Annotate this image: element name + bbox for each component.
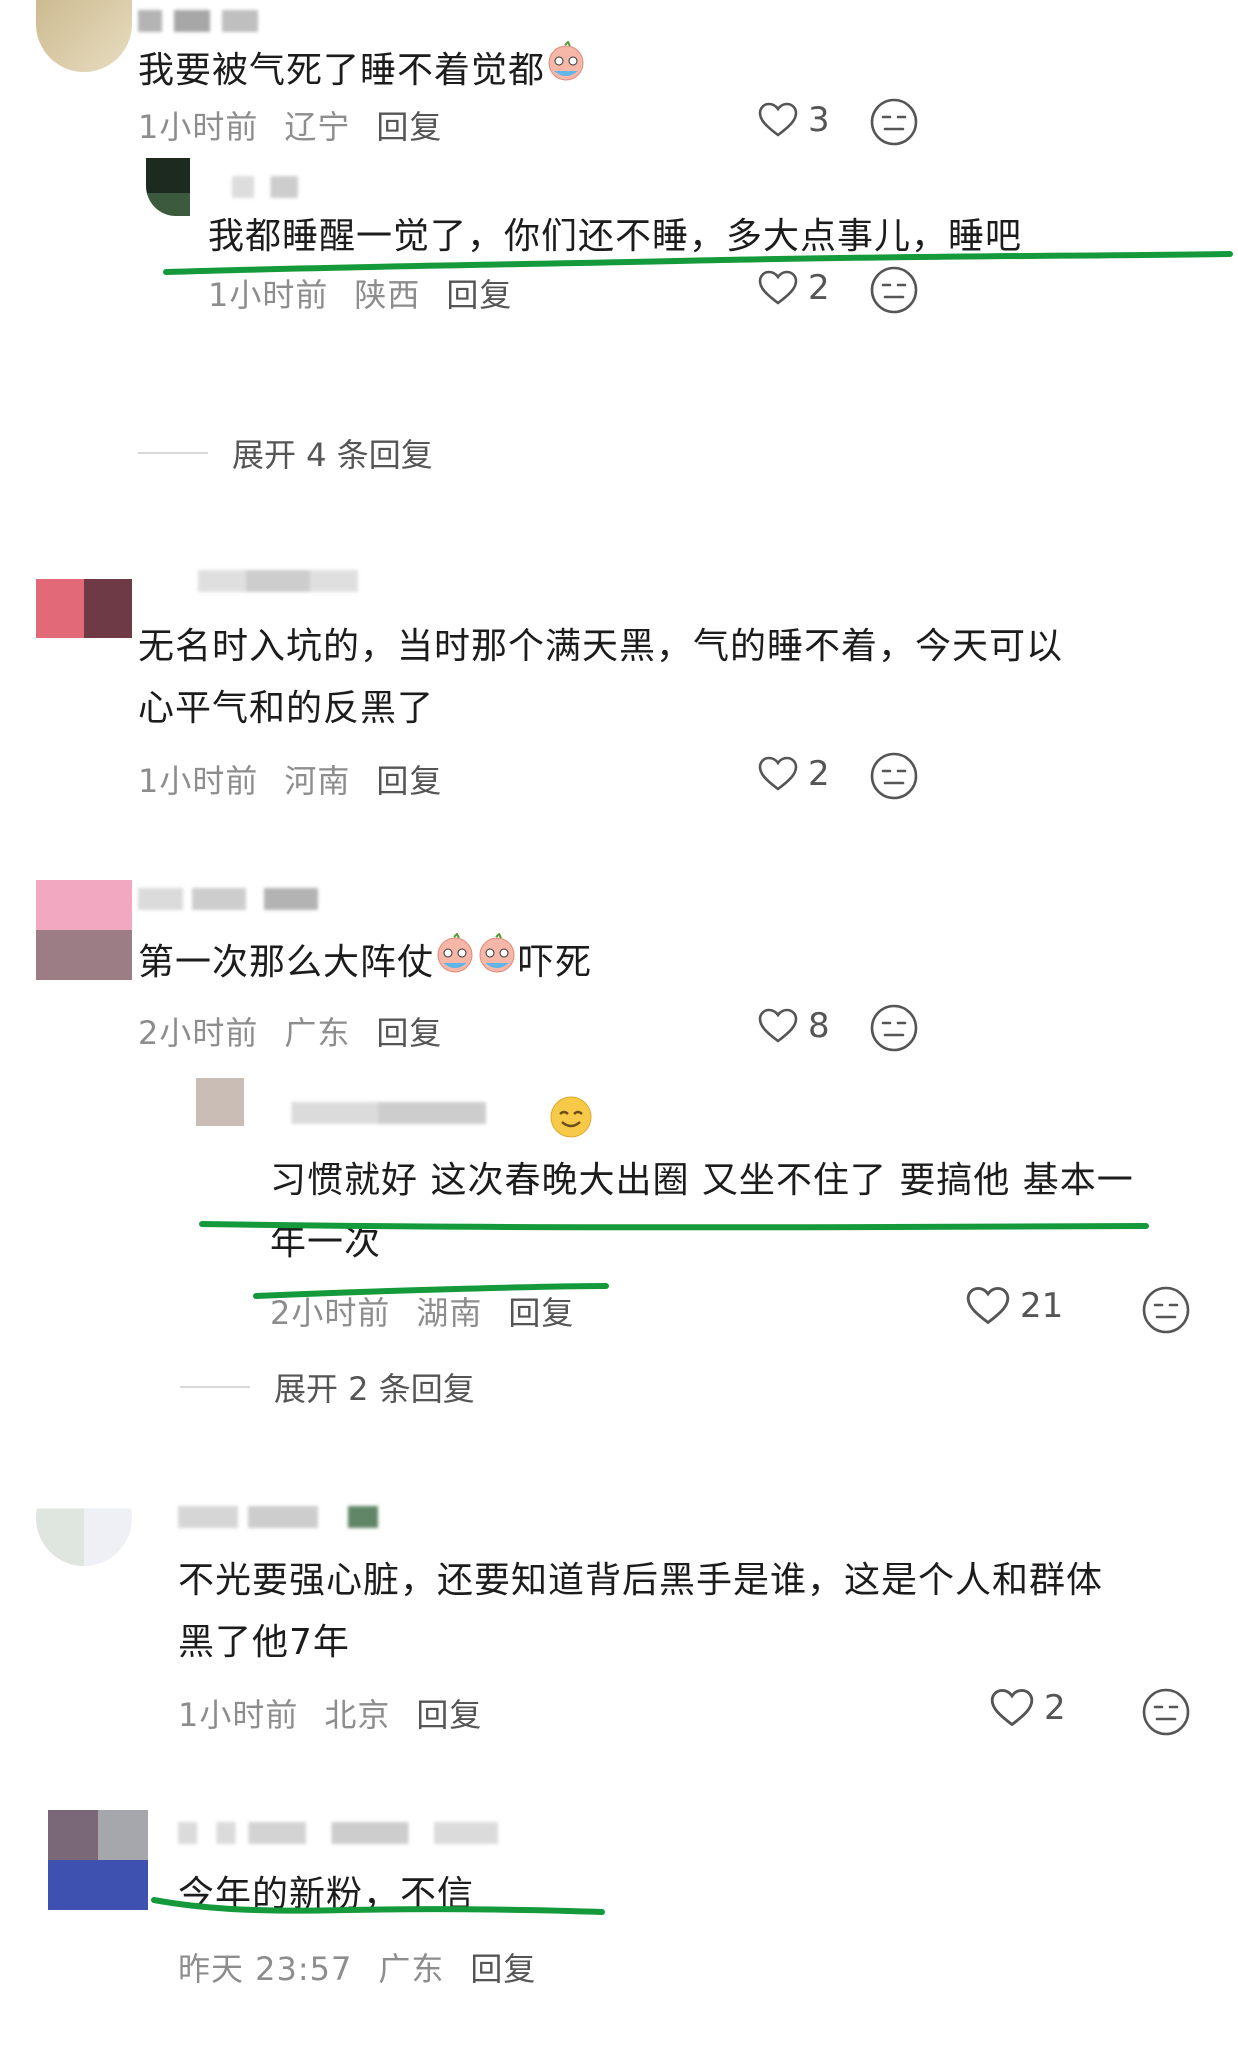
comment-text: 不光要强心脏，还要知道背后黑手是谁，这是个人和群体 黑了他7年 bbox=[178, 1550, 1158, 1674]
like-count: 3 bbox=[808, 100, 830, 140]
comment-time: 1小时前 bbox=[138, 108, 259, 146]
comment-text-line-2: 心平气和的反黑了 bbox=[138, 688, 435, 729]
reply-button[interactable]: 回复 bbox=[376, 102, 442, 148]
comment-meta: 1小时前 河南 回复 bbox=[138, 756, 442, 802]
avatar[interactable] bbox=[48, 1810, 148, 1910]
username-blurred[interactable] bbox=[198, 570, 358, 592]
avatar[interactable] bbox=[146, 158, 190, 216]
comment-location: 广东 bbox=[284, 1014, 351, 1052]
like-button[interactable]: 3 bbox=[758, 100, 830, 140]
expand-replies-button[interactable]: 展开 4 条回复 bbox=[138, 430, 433, 476]
divider-line bbox=[138, 452, 208, 454]
reply-button[interactable]: 回复 bbox=[376, 756, 442, 802]
expand-replies-label: 展开 2 条回复 bbox=[274, 1370, 475, 1408]
username-blurred[interactable] bbox=[210, 176, 320, 198]
crying-face-emoji bbox=[434, 932, 476, 995]
comment-text-line-1: 不光要强心脏，还要知道背后黑手是谁，这是个人和群体 bbox=[178, 1560, 1104, 1601]
username-blurred[interactable] bbox=[138, 10, 258, 32]
expand-replies-button[interactable]: 展开 2 条回复 bbox=[180, 1364, 475, 1410]
smiling-face-emoji bbox=[548, 1094, 594, 1144]
green-underline-mark bbox=[199, 1221, 1149, 1299]
heart-outline-icon bbox=[758, 102, 798, 137]
comment-text: 第一次那么大阵仗 吓死 bbox=[138, 932, 1118, 995]
comment-location: 北京 bbox=[324, 1696, 391, 1734]
comment-text-line-1: 无名时入坑的，当时那个满天黑，气的睡不着，今天可以 bbox=[138, 626, 1064, 667]
comment-meta: 1小时前 北京 回复 bbox=[178, 1690, 482, 1736]
neutral-face-icon[interactable] bbox=[868, 1002, 920, 1054]
avatar[interactable] bbox=[36, 1470, 132, 1566]
username-blurred[interactable] bbox=[178, 1822, 498, 1844]
divider-line bbox=[180, 1386, 250, 1388]
like-count: 2 bbox=[808, 754, 830, 794]
comment-text: 无名时入坑的，当时那个满天黑，气的睡不着，今天可以 心平气和的反黑了 bbox=[138, 616, 1118, 740]
neutral-face-icon[interactable] bbox=[868, 750, 920, 802]
avatar[interactable] bbox=[36, 0, 132, 72]
username-blurred[interactable] bbox=[138, 888, 318, 910]
heart-outline-icon bbox=[758, 756, 798, 791]
expand-replies-label: 展开 4 条回复 bbox=[232, 436, 433, 474]
username-blurred[interactable] bbox=[270, 1102, 540, 1124]
comment-time: 2小时前 bbox=[138, 1014, 259, 1052]
comment-location: 辽宁 bbox=[284, 108, 351, 146]
comment-text-line-2: 黑了他7年 bbox=[178, 1622, 350, 1663]
comment-time: 1小时前 bbox=[138, 762, 259, 800]
like-count: 2 bbox=[1044, 1688, 1066, 1728]
heart-outline-icon bbox=[758, 1008, 798, 1043]
reply-button[interactable]: 回复 bbox=[470, 1944, 536, 1990]
neutral-face-icon[interactable] bbox=[1140, 1686, 1192, 1738]
comment-time: 1小时前 bbox=[178, 1696, 299, 1734]
avatar[interactable] bbox=[36, 880, 132, 980]
comment-text-line-1: 习惯就好 这次春晚大出圈 又坐不住了 要搞他 基本一 bbox=[270, 1160, 1134, 1201]
heart-outline-icon bbox=[990, 1688, 1034, 1727]
like-button[interactable]: 8 bbox=[758, 1006, 830, 1046]
like-button[interactable]: 2 bbox=[990, 1688, 1066, 1728]
green-underline-mark bbox=[163, 251, 1233, 275]
avatar[interactable] bbox=[36, 540, 132, 638]
like-count: 8 bbox=[808, 1006, 830, 1046]
reply-button[interactable]: 回复 bbox=[376, 1008, 442, 1054]
comment-text: 我要被气死了睡不着觉都 bbox=[138, 40, 1118, 103]
crying-face-emoji bbox=[476, 932, 518, 995]
like-button[interactable]: 2 bbox=[758, 754, 830, 794]
comment-meta: 昨天 23:57 广东 回复 bbox=[178, 1944, 536, 1990]
username-blurred[interactable] bbox=[178, 1506, 378, 1528]
comment-meta: 2小时前 广东 回复 bbox=[138, 1008, 442, 1054]
neutral-face-icon[interactable] bbox=[868, 96, 920, 148]
reply-button[interactable]: 回复 bbox=[416, 1690, 482, 1736]
comment-location: 河南 bbox=[284, 762, 351, 800]
comment-time: 昨天 23:57 bbox=[178, 1950, 353, 1988]
comment-location: 广东 bbox=[378, 1950, 445, 1988]
comment-meta: 1小时前 辽宁 回复 bbox=[138, 102, 442, 148]
crying-face-emoji bbox=[545, 40, 587, 103]
green-underline-mark bbox=[151, 1897, 605, 1915]
avatar[interactable] bbox=[196, 1078, 244, 1126]
